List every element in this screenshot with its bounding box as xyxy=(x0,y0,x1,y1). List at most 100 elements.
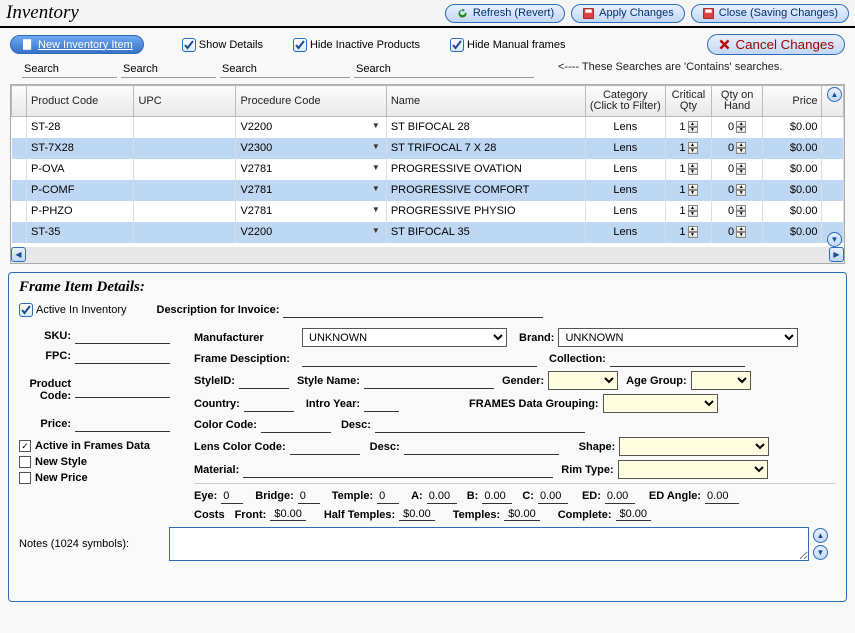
details-title: Frame Item Details: xyxy=(19,279,836,296)
fpc-input[interactable] xyxy=(75,348,170,364)
close-save-button[interactable]: Close (Saving Changes) xyxy=(691,4,849,23)
c-input[interactable] xyxy=(538,488,568,504)
search-upc[interactable]: Search xyxy=(121,61,216,78)
col-qty-on-hand[interactable]: Qty on Hand xyxy=(711,86,763,117)
price-input[interactable] xyxy=(75,416,170,432)
search-name[interactable]: Search xyxy=(354,61,534,78)
col-category[interactable]: Category (Click to Filter) xyxy=(585,86,666,117)
sku-label: SKU: xyxy=(19,330,71,342)
col-critical-qty[interactable]: Critical Qty xyxy=(666,86,712,117)
active-in-inventory-checkbox[interactable]: Active In Inventory xyxy=(19,303,127,317)
scroll-up-icon[interactable]: ▲ xyxy=(813,528,828,543)
ed-angle-label: ED Angle: xyxy=(649,490,701,502)
frames-data-grouping-select[interactable] xyxy=(603,394,718,413)
c-label: C: xyxy=(522,490,534,502)
desc-for-invoice-input[interactable] xyxy=(283,302,543,318)
scroll-left-icon[interactable]: ◀ xyxy=(11,247,26,262)
table-row[interactable]: ST-35V2200▼ST BIFOCAL 35Lens1▲▼0▲▼$0.00 xyxy=(12,222,844,243)
complete-label: Complete: xyxy=(558,509,612,521)
checkmark-icon xyxy=(19,303,33,317)
frames-data-grouping-label: FRAMES Data Grouping: xyxy=(469,398,599,410)
new-price-checkbox[interactable] xyxy=(19,472,31,484)
show-details-checkbox[interactable]: Show Details xyxy=(182,38,263,52)
scroll-down-icon[interactable]: ▼ xyxy=(827,232,842,247)
hide-inactive-checkbox[interactable]: Hide Inactive Products xyxy=(293,38,420,52)
col-name[interactable]: Name xyxy=(386,86,585,117)
country-input[interactable] xyxy=(244,396,294,412)
color-desc-input[interactable] xyxy=(375,417,585,433)
sub-bar: New Inventory Item Show Details Hide Ina… xyxy=(0,28,855,61)
search-product-code[interactable]: Search xyxy=(22,61,117,78)
notes-label: Notes (1024 symbols): xyxy=(19,538,169,550)
style-name-input[interactable] xyxy=(364,373,494,389)
bridge-label: Bridge: xyxy=(255,490,294,502)
checkmark-icon xyxy=(182,38,196,52)
styleid-input[interactable] xyxy=(239,373,289,389)
notes-scrollbar[interactable]: ▲ ▼ xyxy=(813,528,828,560)
table-row[interactable]: P-OVAV2781▼PROGRESSIVE OVATIONLens1▲▼0▲▼… xyxy=(12,159,844,180)
collection-input[interactable] xyxy=(610,351,745,367)
rim-type-select[interactable] xyxy=(618,460,768,479)
half-temples-label: Half Temples: xyxy=(324,509,395,521)
manufacturer-select[interactable]: UNKNOWN xyxy=(302,328,507,347)
ed-angle-input[interactable] xyxy=(705,488,739,504)
ed-input[interactable] xyxy=(605,488,635,504)
temples-label: Temples: xyxy=(453,509,500,521)
costs-label: Costs xyxy=(194,509,225,521)
active-frames-checkbox[interactable]: ✓ xyxy=(19,440,31,452)
grid-header-row: Product Code UPC Procedure Code Name Cat… xyxy=(12,86,844,117)
inventory-grid: Product Code UPC Procedure Code Name Cat… xyxy=(10,84,845,264)
color-code-label: Color Code: xyxy=(194,419,257,431)
brand-select[interactable]: UNKNOWN xyxy=(558,328,798,347)
bridge-input[interactable] xyxy=(298,488,320,504)
lens-color-desc-input[interactable] xyxy=(404,439,559,455)
material-input[interactable] xyxy=(243,462,553,478)
age-group-label: Age Group: xyxy=(626,375,687,387)
sku-input[interactable] xyxy=(75,328,170,344)
styleid-label: StyleID: xyxy=(194,375,235,387)
new-style-checkbox[interactable] xyxy=(19,456,31,468)
product-code-input[interactable] xyxy=(75,382,170,398)
complete-value: $0.00 xyxy=(616,508,652,521)
table-row[interactable]: ST-7X28V2300▼ST TRIFOCAL 7 X 28Lens1▲▼0▲… xyxy=(12,138,844,159)
apply-changes-button[interactable]: Apply Changes xyxy=(571,4,685,23)
a-input[interactable] xyxy=(427,488,457,504)
scroll-right-icon[interactable]: ▶ xyxy=(829,247,844,262)
intro-year-input[interactable] xyxy=(364,396,399,412)
vertical-scrollbar[interactable]: ▲ ▼ xyxy=(827,87,842,247)
details-left-column: SKU: FPC: ProductCode: Price: ✓Active in… xyxy=(19,328,194,525)
scroll-down-icon[interactable]: ▼ xyxy=(813,545,828,560)
hide-manual-checkbox[interactable]: Hide Manual frames xyxy=(450,38,565,52)
table-row[interactable]: ST-28V2200▼ST BIFOCAL 28Lens1▲▼0▲▼$0.00 xyxy=(12,117,844,138)
lens-color-desc-label: Desc: xyxy=(370,441,400,453)
top-bar: Inventory Refresh (Revert) Apply Changes… xyxy=(0,0,855,28)
col-upc[interactable]: UPC xyxy=(134,86,236,117)
gender-select[interactable] xyxy=(548,371,618,390)
table-row[interactable]: P-PHZOV2781▼PROGRESSIVE PHYSIOLens1▲▼0▲▼… xyxy=(12,201,844,222)
manufacturer-label: Manufacturer xyxy=(194,332,298,344)
search-procedure-code[interactable]: Search xyxy=(220,61,350,78)
scroll-up-icon[interactable]: ▲ xyxy=(827,87,842,102)
col-procedure-code[interactable]: Procedure Code xyxy=(236,86,386,117)
gender-label: Gender: xyxy=(502,375,544,387)
col-price[interactable]: Price xyxy=(763,86,822,117)
eye-input[interactable] xyxy=(221,488,243,504)
b-input[interactable] xyxy=(482,488,512,504)
frame-description-input[interactable] xyxy=(302,351,537,367)
horizontal-scrollbar[interactable]: ◀ ▶ xyxy=(11,247,844,263)
cancel-changes-button[interactable]: Cancel Changes xyxy=(707,34,845,55)
lens-color-code-input[interactable] xyxy=(290,439,360,455)
col-product-code[interactable]: Product Code xyxy=(27,86,134,117)
checkmark-icon xyxy=(450,38,464,52)
cancel-icon xyxy=(718,38,731,51)
table-row[interactable]: P-COMFV2781▼PROGRESSIVE COMFORTLens1▲▼0▲… xyxy=(12,180,844,201)
refresh-button[interactable]: Refresh (Revert) xyxy=(445,4,565,23)
color-code-input[interactable] xyxy=(261,417,331,433)
notes-textarea[interactable] xyxy=(169,527,809,561)
age-group-select[interactable] xyxy=(691,371,751,390)
new-inventory-item-button[interactable]: New Inventory Item xyxy=(10,35,144,54)
fpc-label: FPC: xyxy=(19,350,71,362)
temple-input[interactable] xyxy=(377,488,399,504)
shape-select[interactable] xyxy=(619,437,769,456)
a-label: A: xyxy=(411,490,423,502)
